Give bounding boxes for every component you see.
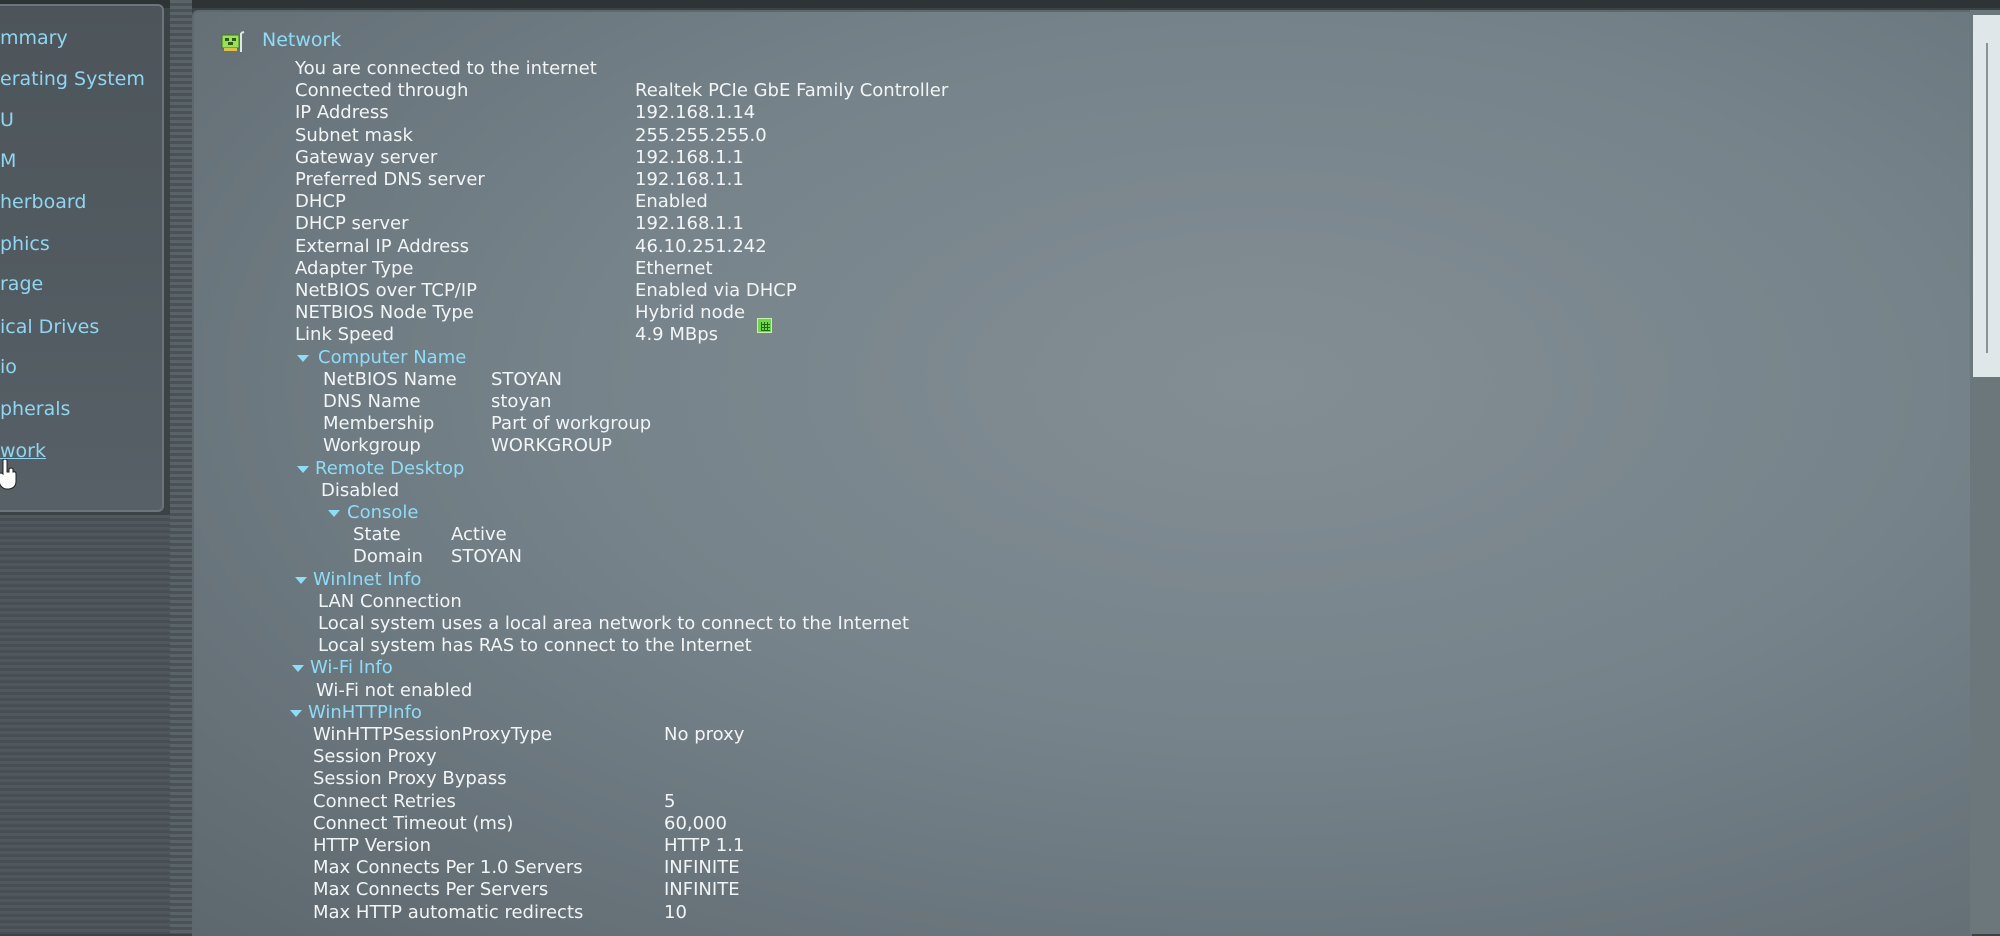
info-label: Connect Retries — [313, 790, 456, 812]
info-label: NETBIOS Node Type — [295, 302, 474, 324]
info-value: 192.168.1.14 — [635, 102, 756, 124]
sidebar-item[interactable]: ical Drives — [0, 316, 99, 338]
info-label: External IP Address — [295, 235, 469, 257]
info-label: Session Proxy Bypass — [313, 768, 507, 790]
info-label: Session Proxy — [313, 746, 437, 768]
info-label: IP Address — [295, 102, 389, 124]
info-value: STOYAN — [491, 368, 562, 390]
info-label: NetBIOS over TCP/IP — [295, 280, 478, 301]
info-label: Connect Timeout (ms) — [313, 812, 514, 834]
info-label: Max Connects Per 1.0 Servers — [313, 857, 583, 879]
info-label: NetBIOS Name — [323, 368, 457, 390]
remote-desktop-status: Disabled — [321, 479, 400, 501]
computer-name-header[interactable]: Computer Name — [318, 347, 466, 369]
info-line: Wi-Fi not enabled — [316, 679, 473, 701]
info-value: Part of workgroup — [491, 413, 652, 435]
info-label: Max HTTP automatic redirects — [313, 901, 584, 923]
info-value: 192.168.1.1 — [635, 169, 744, 190]
info-value: 192.168.1.1 — [635, 213, 744, 235]
info-label: Gateway server — [295, 146, 438, 168]
info-label: Connected through — [295, 80, 469, 102]
info-value: Enabled via DHCP — [635, 280, 797, 301]
expand-triangle-icon[interactable] — [328, 510, 340, 517]
sidebar-item[interactable]: U — [0, 109, 14, 131]
info-value: 255.255.255.0 — [635, 124, 767, 146]
expand-triangle-icon[interactable] — [292, 665, 304, 673]
info-value: STOYAN — [451, 546, 522, 568]
sidebar-item[interactable]: io — [0, 356, 17, 378]
info-value: 5 — [664, 790, 676, 812]
sidebar-item[interactable]: herboard — [0, 191, 86, 213]
info-label: Subnet mask — [295, 124, 413, 146]
sidebar-item[interactable]: M — [0, 150, 16, 172]
info-value: Active — [451, 524, 507, 546]
info-label: Link Speed — [295, 324, 395, 346]
sidebar-background — [0, 515, 170, 934]
info-value: Hybrid node — [635, 302, 746, 324]
winhttp-header[interactable]: WinHTTPInfo — [308, 702, 422, 724]
info-value: No proxy — [664, 724, 745, 745]
info-value: INFINITE — [664, 857, 740, 879]
info-label: DHCP — [295, 191, 346, 213]
info-value: Ethernet — [635, 257, 713, 279]
info-value: Enabled — [635, 191, 708, 213]
pane-splitter[interactable] — [170, 0, 192, 934]
info-line: Local system has RAS to connect to the I… — [318, 635, 752, 657]
console-header[interactable]: Console — [347, 502, 418, 524]
wifi-header[interactable]: Wi-Fi Info — [310, 657, 393, 679]
info-label: Adapter Type — [295, 257, 414, 279]
info-value: Realtek PCIe GbE Family Controller — [635, 80, 949, 102]
info-label: DNS Name — [323, 391, 421, 412]
info-line: LAN Connection — [318, 590, 462, 612]
info-value: WORKGROUP — [491, 435, 612, 457]
info-label: DHCP server — [295, 213, 409, 235]
wininet-header[interactable]: WinInet Info — [313, 569, 421, 591]
info-value: 192.168.1.1 — [635, 146, 744, 168]
info-value: 60,000 — [664, 812, 727, 834]
info-value: 46.10.251.242 — [635, 235, 767, 257]
info-value: 4.9 MBps — [635, 324, 719, 346]
expand-triangle-icon[interactable] — [295, 576, 307, 584]
info-label: HTTP Version — [313, 835, 431, 856]
sidebar-item[interactable]: mmary — [0, 27, 68, 49]
network-card-icon — [221, 31, 245, 52]
info-label: Domain — [353, 546, 423, 568]
info-label: State — [353, 524, 401, 546]
sidebar-item[interactable]: erating System — [0, 68, 145, 90]
window-top-edge — [0, 0, 2000, 8]
info-value: stoyan — [491, 391, 552, 412]
scrollbar-thumb[interactable] — [1973, 15, 2000, 377]
expand-triangle-icon[interactable] — [297, 465, 309, 473]
scrollbar[interactable] — [1970, 10, 2000, 934]
expand-triangle-icon[interactable] — [290, 709, 302, 717]
sidebar-item[interactable]: rage — [0, 273, 43, 295]
info-label: Membership — [323, 413, 435, 435]
info-value: HTTP 1.1 — [664, 835, 745, 856]
connection-status: You are connected to the internet — [295, 58, 597, 79]
sidebar-item[interactable]: pherals — [0, 398, 70, 420]
info-value: INFINITE — [664, 879, 740, 901]
info-label: Workgroup — [323, 435, 421, 457]
section-title: Network — [262, 29, 342, 51]
sidebar-item[interactable]: work — [0, 440, 46, 462]
speed-graph-icon[interactable] — [757, 318, 772, 333]
info-label: Max Connects Per Servers — [313, 879, 549, 901]
info-label: Preferred DNS server — [295, 169, 485, 190]
expand-triangle-icon[interactable] — [297, 354, 309, 362]
sidebar-item[interactable]: phics — [0, 233, 50, 255]
info-value: 10 — [664, 901, 687, 923]
hand-cursor-icon — [0, 458, 17, 490]
remote-desktop-header[interactable]: Remote Desktop — [315, 458, 464, 480]
info-label: WinHTTPSessionProxyType — [313, 724, 553, 745]
info-line: Local system uses a local area network t… — [318, 613, 910, 634]
